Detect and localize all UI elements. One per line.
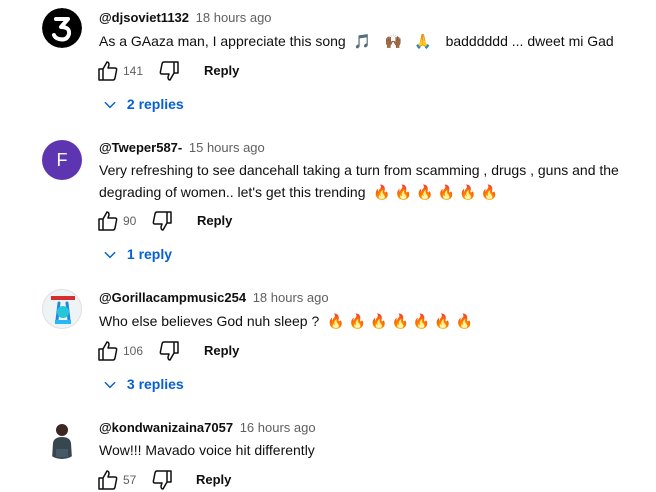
fire-emoji: 🔥 bbox=[412, 313, 431, 329]
comment-text-part: Wow!!! Mavado voice hit differently bbox=[99, 442, 315, 458]
chevron-down-icon bbox=[104, 252, 116, 259]
comment-time[interactable]: 18 hours ago bbox=[253, 290, 329, 305]
dislike-icon[interactable] bbox=[157, 59, 181, 83]
comment-meta: @Tweper587- 15 hours ago bbox=[99, 140, 265, 155]
comment-author[interactable]: @Tweper587- bbox=[99, 140, 182, 155]
fire-emoji: 🔥 bbox=[327, 313, 345, 329]
fire-emoji: 🔥 bbox=[437, 184, 456, 200]
comment-time[interactable]: 15 hours ago bbox=[189, 140, 265, 155]
like-icon[interactable] bbox=[96, 209, 120, 233]
comment-text: Very refreshing to see dancehall taking … bbox=[99, 159, 639, 203]
replies-count: 3 replies bbox=[126, 376, 184, 392]
comment-text-part: Who else believes God nuh sleep ? bbox=[99, 313, 320, 329]
reply-button[interactable]: Reply bbox=[204, 339, 239, 363]
folded-hands-emoji: 🙏 bbox=[414, 33, 432, 49]
comment-text: Who else believes God nuh sleep ? 🔥 🔥 🔥 🔥 🔥 🔥… bbox=[99, 310, 639, 332]
view-replies-button[interactable]: 2 replies bbox=[103, 93, 184, 115]
comment-author[interactable]: @Gorillacampmusic254 bbox=[99, 290, 246, 305]
like-count: 57 bbox=[123, 473, 137, 487]
fire-emoji: 🔥 bbox=[391, 313, 409, 329]
fire-emoji: 🔥 bbox=[455, 313, 474, 329]
dislike-icon[interactable] bbox=[150, 468, 174, 492]
fire-emoji: 🔥 bbox=[370, 313, 388, 329]
like-count: 90 bbox=[123, 214, 137, 228]
view-replies-button[interactable]: 3 replies bbox=[103, 373, 184, 395]
reply-button[interactable]: Reply bbox=[196, 468, 231, 492]
comment-text-part: As a GAaza man, I appreciate this song bbox=[99, 33, 346, 49]
avatar-letter: F bbox=[56, 150, 68, 170]
fire-emoji: 🔥 bbox=[348, 313, 367, 329]
comment-meta: @djsoviet1132 18 hours ago bbox=[99, 10, 272, 25]
like-icon[interactable] bbox=[96, 468, 120, 492]
avatar[interactable] bbox=[42, 419, 82, 459]
comment-text-part: badddddd ... dweet mi Gad bbox=[445, 33, 614, 49]
comment-text: As a GAaza man, I appreciate this song 🎵… bbox=[99, 30, 639, 52]
dislike-icon[interactable] bbox=[157, 339, 181, 363]
like-count: 106 bbox=[123, 344, 144, 358]
replies-count: 2 replies bbox=[126, 96, 184, 112]
like-count: 141 bbox=[123, 64, 144, 78]
like-icon[interactable] bbox=[96, 59, 120, 83]
comment-meta: @kondwanizaina7057 16 hours ago bbox=[99, 420, 316, 435]
fire-emoji: 🔥 bbox=[434, 313, 452, 329]
avatar[interactable] bbox=[42, 289, 82, 329]
comment-author[interactable]: @djsoviet1132 bbox=[99, 10, 189, 25]
comment-text-part: Very refreshing to see dancehall taking … bbox=[99, 162, 619, 200]
avatar[interactable] bbox=[42, 8, 82, 48]
comment-author[interactable]: @kondwanizaina7057 bbox=[99, 420, 233, 435]
comment-text: Wow!!! Mavado voice hit differently bbox=[99, 439, 639, 461]
dislike-icon[interactable] bbox=[150, 209, 174, 233]
fire-emoji: 🔥 bbox=[373, 184, 391, 200]
reply-button[interactable]: Reply bbox=[197, 209, 232, 233]
replies-count: 1 reply bbox=[126, 246, 173, 262]
praising-hands-emoji: 🙌🏾 bbox=[384, 33, 403, 49]
reply-button[interactable]: Reply bbox=[204, 59, 239, 83]
fire-emoji: 🔥 bbox=[459, 184, 477, 200]
comment-time[interactable]: 16 hours ago bbox=[240, 420, 316, 435]
music-note-emoji: 🎵 bbox=[353, 33, 372, 49]
avatar[interactable]: F bbox=[42, 140, 82, 180]
view-replies-button[interactable]: 1 reply bbox=[103, 243, 172, 265]
comment-meta: @Gorillacampmusic254 18 hours ago bbox=[99, 290, 329, 305]
chevron-down-icon bbox=[104, 382, 116, 389]
chevron-down-icon bbox=[104, 102, 116, 109]
fire-emoji: 🔥 bbox=[394, 184, 413, 200]
like-icon[interactable] bbox=[96, 339, 120, 363]
fire-emoji: 🔥 bbox=[416, 184, 434, 200]
fire-emoji: 🔥 bbox=[480, 184, 499, 200]
comment-time[interactable]: 18 hours ago bbox=[196, 10, 272, 25]
